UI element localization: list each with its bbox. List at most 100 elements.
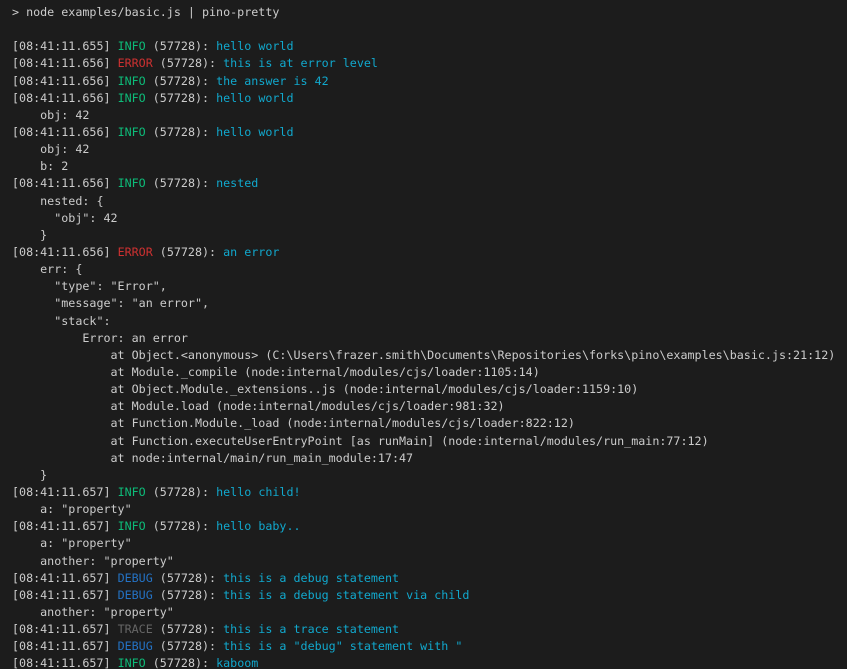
log-text: "stack": [12,314,111,328]
log-level-badge: INFO [118,39,146,53]
log-text: [08:41:11.656] [12,74,118,88]
log-line: [08:41:11.655] INFO (57728): hello world [12,38,847,55]
log-message: this is a debug statement via child [223,588,469,602]
log-detail-line: "message": "an error", [12,295,847,312]
log-text: obj: 42 [12,142,89,156]
log-text: err: { [12,262,82,276]
log-text: a: "property" [12,536,132,550]
log-text: [08:41:11.655] [12,39,118,53]
log-detail-line: another: "property" [12,604,847,621]
log-text: (57728): [153,622,223,636]
log-text: [08:41:11.656] [12,176,118,190]
log-text: (57728): [153,571,223,585]
log-text: at Module.load (node:internal/modules/cj… [12,399,505,413]
log-line: [08:41:11.656] INFO (57728): the answer … [12,73,847,90]
log-detail-line: } [12,467,847,484]
log-line: [08:41:11.657] TRACE (57728): this is a … [12,621,847,638]
log-message: hello child! [216,485,300,499]
log-message: this is at error level [223,56,378,70]
log-level-badge: INFO [118,656,146,669]
log-level-badge: INFO [118,519,146,533]
stack-trace-line: at Function.executeUserEntryPoint [as ru… [12,433,847,450]
log-line: [08:41:11.657] INFO (57728): hello baby.… [12,518,847,535]
log-text: (57728): [146,519,216,533]
log-message: hello world [216,39,293,53]
log-detail-line: "stack": [12,313,847,330]
log-message: hello baby.. [216,519,300,533]
log-text: [08:41:11.657] [12,519,118,533]
log-text: [08:41:11.657] [12,639,118,653]
log-level-badge: DEBUG [118,571,153,585]
log-line: [08:41:11.656] ERROR (57728): this is at… [12,55,847,72]
log-text: [08:41:11.657] [12,622,118,636]
log-detail-line: err: { [12,261,847,278]
log-detail-line: "obj": 42 [12,210,847,227]
log-detail-line: a: "property" [12,535,847,552]
blank-line [12,21,847,38]
log-detail-line: obj: 42 [12,141,847,158]
log-text: (57728): [146,74,216,88]
log-level-badge: INFO [118,125,146,139]
log-text: } [12,228,47,242]
log-text: [08:41:11.656] [12,56,118,70]
log-message: the answer is 42 [216,74,329,88]
log-text: (57728): [153,245,223,259]
log-text: (57728): [146,91,216,105]
log-text: [08:41:11.657] [12,588,118,602]
log-level-badge: DEBUG [118,639,153,653]
log-message: an error [223,245,279,259]
log-line: [08:41:11.656] INFO (57728): hello world [12,90,847,107]
log-detail-line: } [12,227,847,244]
log-text: [08:41:11.657] [12,571,118,585]
log-line: [08:41:11.657] DEBUG (57728): this is a … [12,587,847,604]
log-detail-line: obj: 42 [12,107,847,124]
log-text: > node examples/basic.js | pino-pretty [12,5,279,19]
log-level-badge: INFO [118,176,146,190]
log-text: (57728): [153,56,223,70]
log-message: kaboom [216,656,258,669]
log-message: this is a trace statement [223,622,399,636]
log-level-badge: DEBUG [118,588,153,602]
log-level-badge: INFO [118,485,146,499]
log-text: (57728): [146,485,216,499]
log-text: [08:41:11.657] [12,656,118,669]
log-message: nested [216,176,258,190]
log-text: b: 2 [12,159,68,173]
log-line: [08:41:11.656] ERROR (57728): an error [12,244,847,261]
log-message: this is a debug statement [223,571,399,585]
log-text: [08:41:11.657] [12,485,118,499]
stack-trace-line: Error: an error [12,330,847,347]
stack-trace-line: at Object.<anonymous> (C:\Users\frazer.s… [12,347,847,364]
stack-trace-line: at node:internal/main/run_main_module:17… [12,450,847,467]
log-text: [08:41:11.656] [12,125,118,139]
log-detail-line: a: "property" [12,501,847,518]
log-text: } [12,468,47,482]
log-text: another: "property" [12,554,174,568]
log-line: [08:41:11.657] DEBUG (57728): this is a … [12,638,847,655]
log-text: (57728): [153,588,223,602]
log-line: [08:41:11.656] INFO (57728): nested [12,175,847,192]
log-text: (57728): [146,176,216,190]
log-detail-line: "type": "Error", [12,278,847,295]
log-text: obj: 42 [12,108,89,122]
log-detail-line: another: "property" [12,553,847,570]
log-detail-line: b: 2 [12,158,847,175]
log-text: at Object.<anonymous> (C:\Users\frazer.s… [12,348,835,362]
log-text: at Module._compile (node:internal/module… [12,365,540,379]
log-text: (57728): [153,639,223,653]
stack-trace-line: at Module._compile (node:internal/module… [12,364,847,381]
log-detail-line: nested: { [12,193,847,210]
log-line: [08:41:11.657] INFO (57728): kaboom [12,655,847,669]
log-text: at Object.Module._extensions..js (node:i… [12,382,638,396]
log-message: hello world [216,91,293,105]
log-level-badge: ERROR [118,56,153,70]
log-text: [08:41:11.656] [12,91,118,105]
stack-trace-line: at Object.Module._extensions..js (node:i… [12,381,847,398]
terminal-output[interactable]: > node examples/basic.js | pino-pretty [0… [0,0,847,669]
log-level-badge: TRACE [118,622,153,636]
log-text: another: "property" [12,605,174,619]
log-text: (57728): [146,656,216,669]
log-text: Error: an error [12,331,188,345]
log-text: at node:internal/main/run_main_module:17… [12,451,413,465]
log-text: [08:41:11.656] [12,245,118,259]
